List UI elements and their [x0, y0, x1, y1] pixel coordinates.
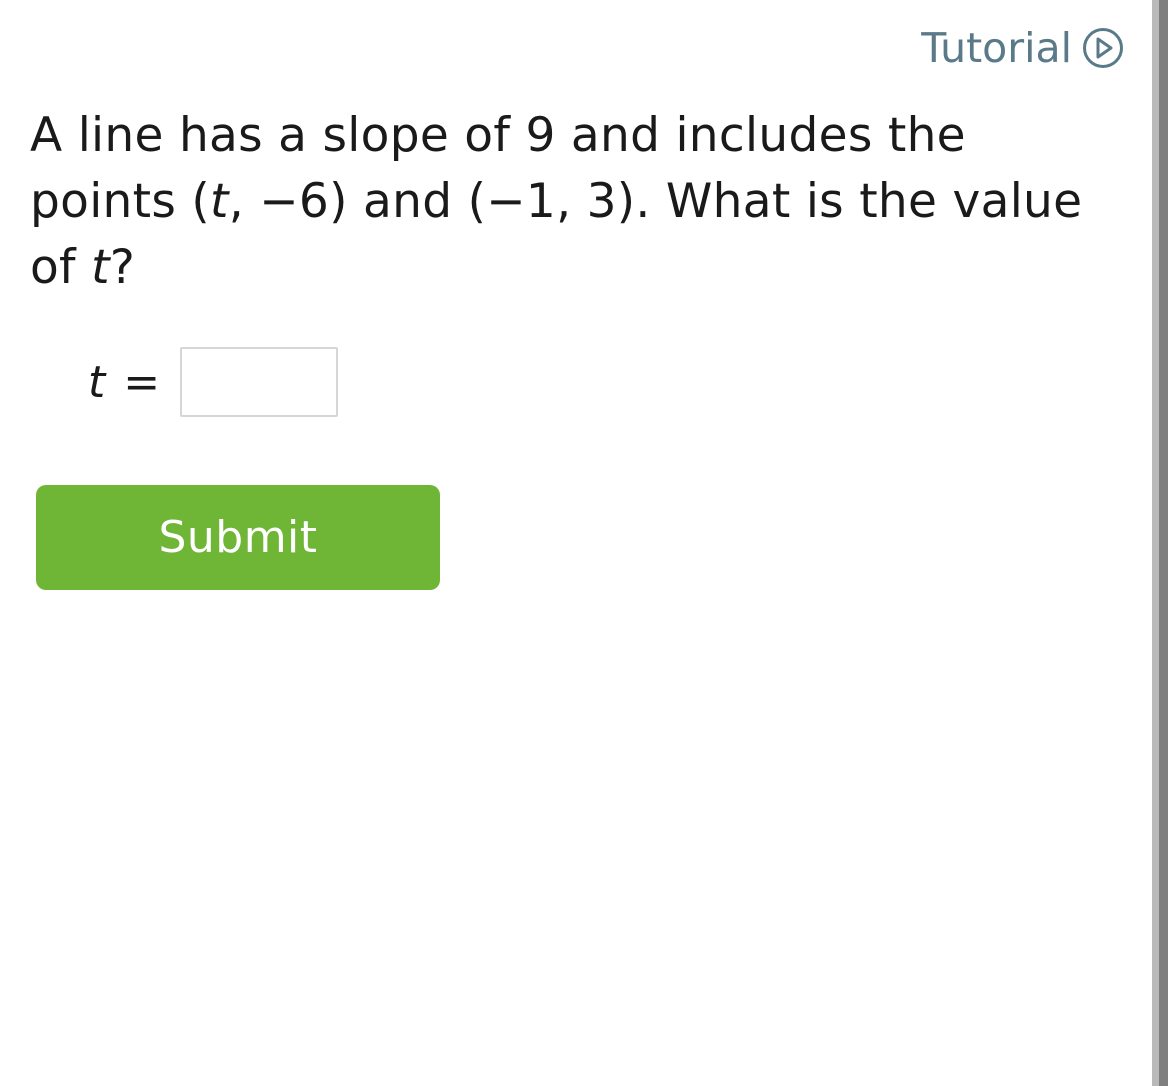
- answer-row: t =: [88, 347, 339, 417]
- scrollbar-edge: [1152, 0, 1159, 1086]
- scrollbar-track[interactable]: [1152, 0, 1168, 1086]
- question-text: A line has a slope of 9 and includes the…: [30, 103, 1110, 301]
- play-circle-icon: [1082, 27, 1124, 69]
- question-part-3: ?: [109, 240, 136, 295]
- practice-page: Tutorial A line has a slope of 9 and inc…: [0, 0, 1168, 1086]
- tutorial-label: Tutorial: [921, 24, 1072, 72]
- question-variable-t: t: [210, 174, 229, 229]
- submit-button[interactable]: Submit: [36, 485, 440, 590]
- equals-sign: =: [123, 356, 161, 408]
- question-variable-t-2: t: [91, 240, 110, 295]
- answer-variable: t: [88, 356, 106, 408]
- tutorial-link[interactable]: Tutorial: [921, 24, 1124, 72]
- answer-input[interactable]: [180, 347, 339, 417]
